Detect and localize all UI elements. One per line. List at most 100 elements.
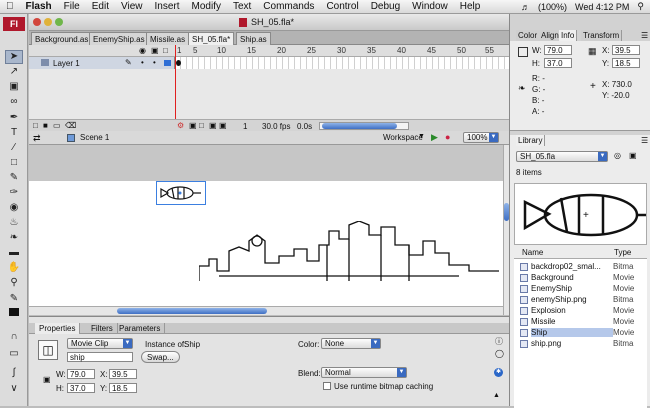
menu-commands[interactable]: Commands [257, 1, 320, 12]
edit-symbols-icon[interactable]: ● [445, 132, 450, 142]
paint-bucket-tool-icon[interactable]: ♨ [5, 216, 23, 230]
instance-name-input[interactable]: ship [67, 352, 133, 362]
close-window-button[interactable] [33, 18, 41, 26]
delete-layer-icon[interactable]: ⌫ [65, 121, 76, 130]
color-effect-select[interactable]: None ▼ [321, 338, 381, 349]
pen-tool-icon[interactable]: ✒ [5, 111, 23, 125]
snap-to-objects-icon[interactable]: ∩ [5, 330, 23, 344]
keyframe[interactable] [176, 60, 181, 66]
battery-status[interactable]: (100%) [538, 2, 567, 12]
menu-window[interactable]: Window [406, 1, 454, 12]
playhead[interactable] [175, 45, 176, 125]
add-folder-icon[interactable]: ▭ [53, 121, 61, 130]
info-y-input[interactable]: 18.5 [612, 58, 640, 68]
app-menu[interactable]: Flash [20, 1, 58, 12]
outline-icon[interactable]: □ [163, 46, 168, 55]
scene-name[interactable]: Scene 1 [80, 133, 109, 142]
library-item[interactable]: Background Movie [514, 272, 647, 283]
zoom-select[interactable]: 100% ▼ [463, 132, 499, 143]
edit-scene-icon[interactable]: ▶ [431, 132, 438, 143]
spotlight-icon[interactable]: ⚲ [637, 1, 644, 12]
stroke-color-icon[interactable]: ✎ [5, 292, 23, 306]
tab-color[interactable]: Color [516, 30, 541, 41]
frame-ruler[interactable]: ◉ ▣ □ 1 5 10 15 20 25 30 35 40 45 50 55 [29, 45, 509, 57]
smooth-icon[interactable]: ∫ [5, 366, 23, 380]
workspace-dropdown-icon[interactable]: ▼ [418, 133, 425, 140]
help-icon[interactable]: ⓘ [495, 336, 503, 347]
clock[interactable]: Wed 4:12 PM [575, 2, 629, 12]
layer-name-cell[interactable]: Layer 1 ✎ • • [29, 57, 175, 69]
info-circle-icon[interactable]: ✱ [494, 368, 503, 377]
library-item[interactable]: enemyShip.png Bitma [514, 294, 647, 305]
add-layer-icon[interactable]: □ [33, 121, 38, 130]
onion-skin-icon[interactable]: ▣ [189, 121, 197, 130]
blend-select[interactable]: Normal ▼ [321, 367, 407, 378]
tab-info[interactable]: Info [559, 30, 578, 41]
swap-colors-icon[interactable]: ▭ [5, 347, 23, 361]
tab-missile-as[interactable]: Missile.as [146, 32, 190, 45]
height-input[interactable]: 37.0 [67, 383, 95, 393]
new-library-icon[interactable]: ▣ [629, 151, 637, 160]
menu-edit[interactable]: Edit [86, 1, 115, 12]
cache-checkbox[interactable] [323, 382, 331, 390]
tab-parameters[interactable]: Parameters [115, 323, 166, 334]
library-item[interactable]: EnemyShip Movie [514, 283, 647, 294]
stage-hscroll-thumb[interactable] [117, 308, 267, 314]
swap-button[interactable]: Swap... [141, 351, 180, 363]
eye-icon[interactable]: ◉ [139, 46, 146, 55]
outline-swatch[interactable] [164, 60, 171, 66]
zoom-window-button[interactable] [55, 18, 63, 26]
onion-outline-icon[interactable]: □ [199, 121, 204, 130]
rectangle-tool-icon[interactable]: □ [5, 156, 23, 170]
stage[interactable] [29, 181, 503, 315]
library-item[interactable]: Explosion Movie [514, 305, 647, 316]
workspace-menu[interactable]: Workspace [383, 133, 423, 142]
menu-control[interactable]: Control [320, 1, 364, 12]
layer-row[interactable]: Layer 1 ✎ • • [29, 57, 509, 69]
timeline-scroll-thumb[interactable] [322, 123, 397, 129]
tab-transform[interactable]: Transform [581, 30, 623, 41]
menu-modify[interactable]: Modify [186, 1, 227, 12]
tab-library[interactable]: Library [516, 135, 546, 146]
zoom-tool-icon[interactable]: ⚲ [5, 276, 23, 290]
x-input[interactable]: 39.5 [109, 369, 137, 379]
library-file-select[interactable]: SH_05.fla ▼ [516, 151, 608, 162]
library-item[interactable]: backdrop02_smal... Bitma [514, 261, 647, 272]
text-tool-icon[interactable]: T [5, 126, 23, 140]
free-transform-tool-icon[interactable]: ▣ [5, 80, 23, 94]
lasso-tool-icon[interactable]: ∞ [5, 95, 23, 109]
lock-dot[interactable]: • [153, 58, 156, 67]
tab-ship-as[interactable]: Ship.as [236, 32, 271, 45]
back-icon[interactable]: ⇄ [33, 133, 41, 144]
menu-insert[interactable]: Insert [148, 1, 185, 12]
tab-filters[interactable]: Filters [87, 323, 118, 334]
stage-pasteboard[interactable] [29, 145, 503, 315]
brush-tool-icon[interactable]: ✑ [5, 186, 23, 200]
apple-icon[interactable]:  [0, 1, 20, 12]
pencil-tool-icon[interactable]: ✎ [5, 171, 23, 185]
hand-tool-icon[interactable]: ✋ [5, 261, 23, 275]
edit-multiple-icon[interactable]: ▣ [209, 121, 217, 130]
info-height-input[interactable]: 37.0 [544, 58, 572, 68]
selection-tool-icon[interactable]: ➤ [5, 50, 23, 64]
info-x-input[interactable]: 39.5 [612, 45, 640, 55]
fill-color-icon[interactable] [5, 307, 23, 321]
ink-bottle-tool-icon[interactable]: ◉ [5, 201, 23, 215]
library-item[interactable]: Missile Movie [514, 316, 647, 327]
library-menu-icon[interactable]: ☰ [641, 136, 648, 145]
y-input[interactable]: 18.5 [109, 383, 137, 393]
tab-sh05-fla[interactable]: SH_05.fla* [188, 32, 235, 45]
library-col-name[interactable]: Name [522, 248, 543, 257]
lock-aspect-icon[interactable]: ▣ [43, 375, 51, 384]
collapse-arrow-icon[interactable]: ▲ [493, 392, 500, 399]
eyedropper-tool-icon[interactable]: ❧ [5, 231, 23, 245]
tab-background-as[interactable]: Background.as [31, 32, 93, 45]
pin-icon[interactable]: ◎ [614, 151, 621, 160]
menu-debug[interactable]: Debug [365, 1, 406, 12]
tab-properties[interactable]: Properties [35, 323, 81, 334]
tab-enemyship-as[interactable]: EnemyShip.as [89, 32, 149, 45]
menu-text[interactable]: Text [227, 1, 257, 12]
visibility-dot[interactable]: • [141, 58, 144, 67]
volume-icon[interactable]: ♬ [521, 2, 530, 12]
ship-instance[interactable] [156, 181, 206, 205]
